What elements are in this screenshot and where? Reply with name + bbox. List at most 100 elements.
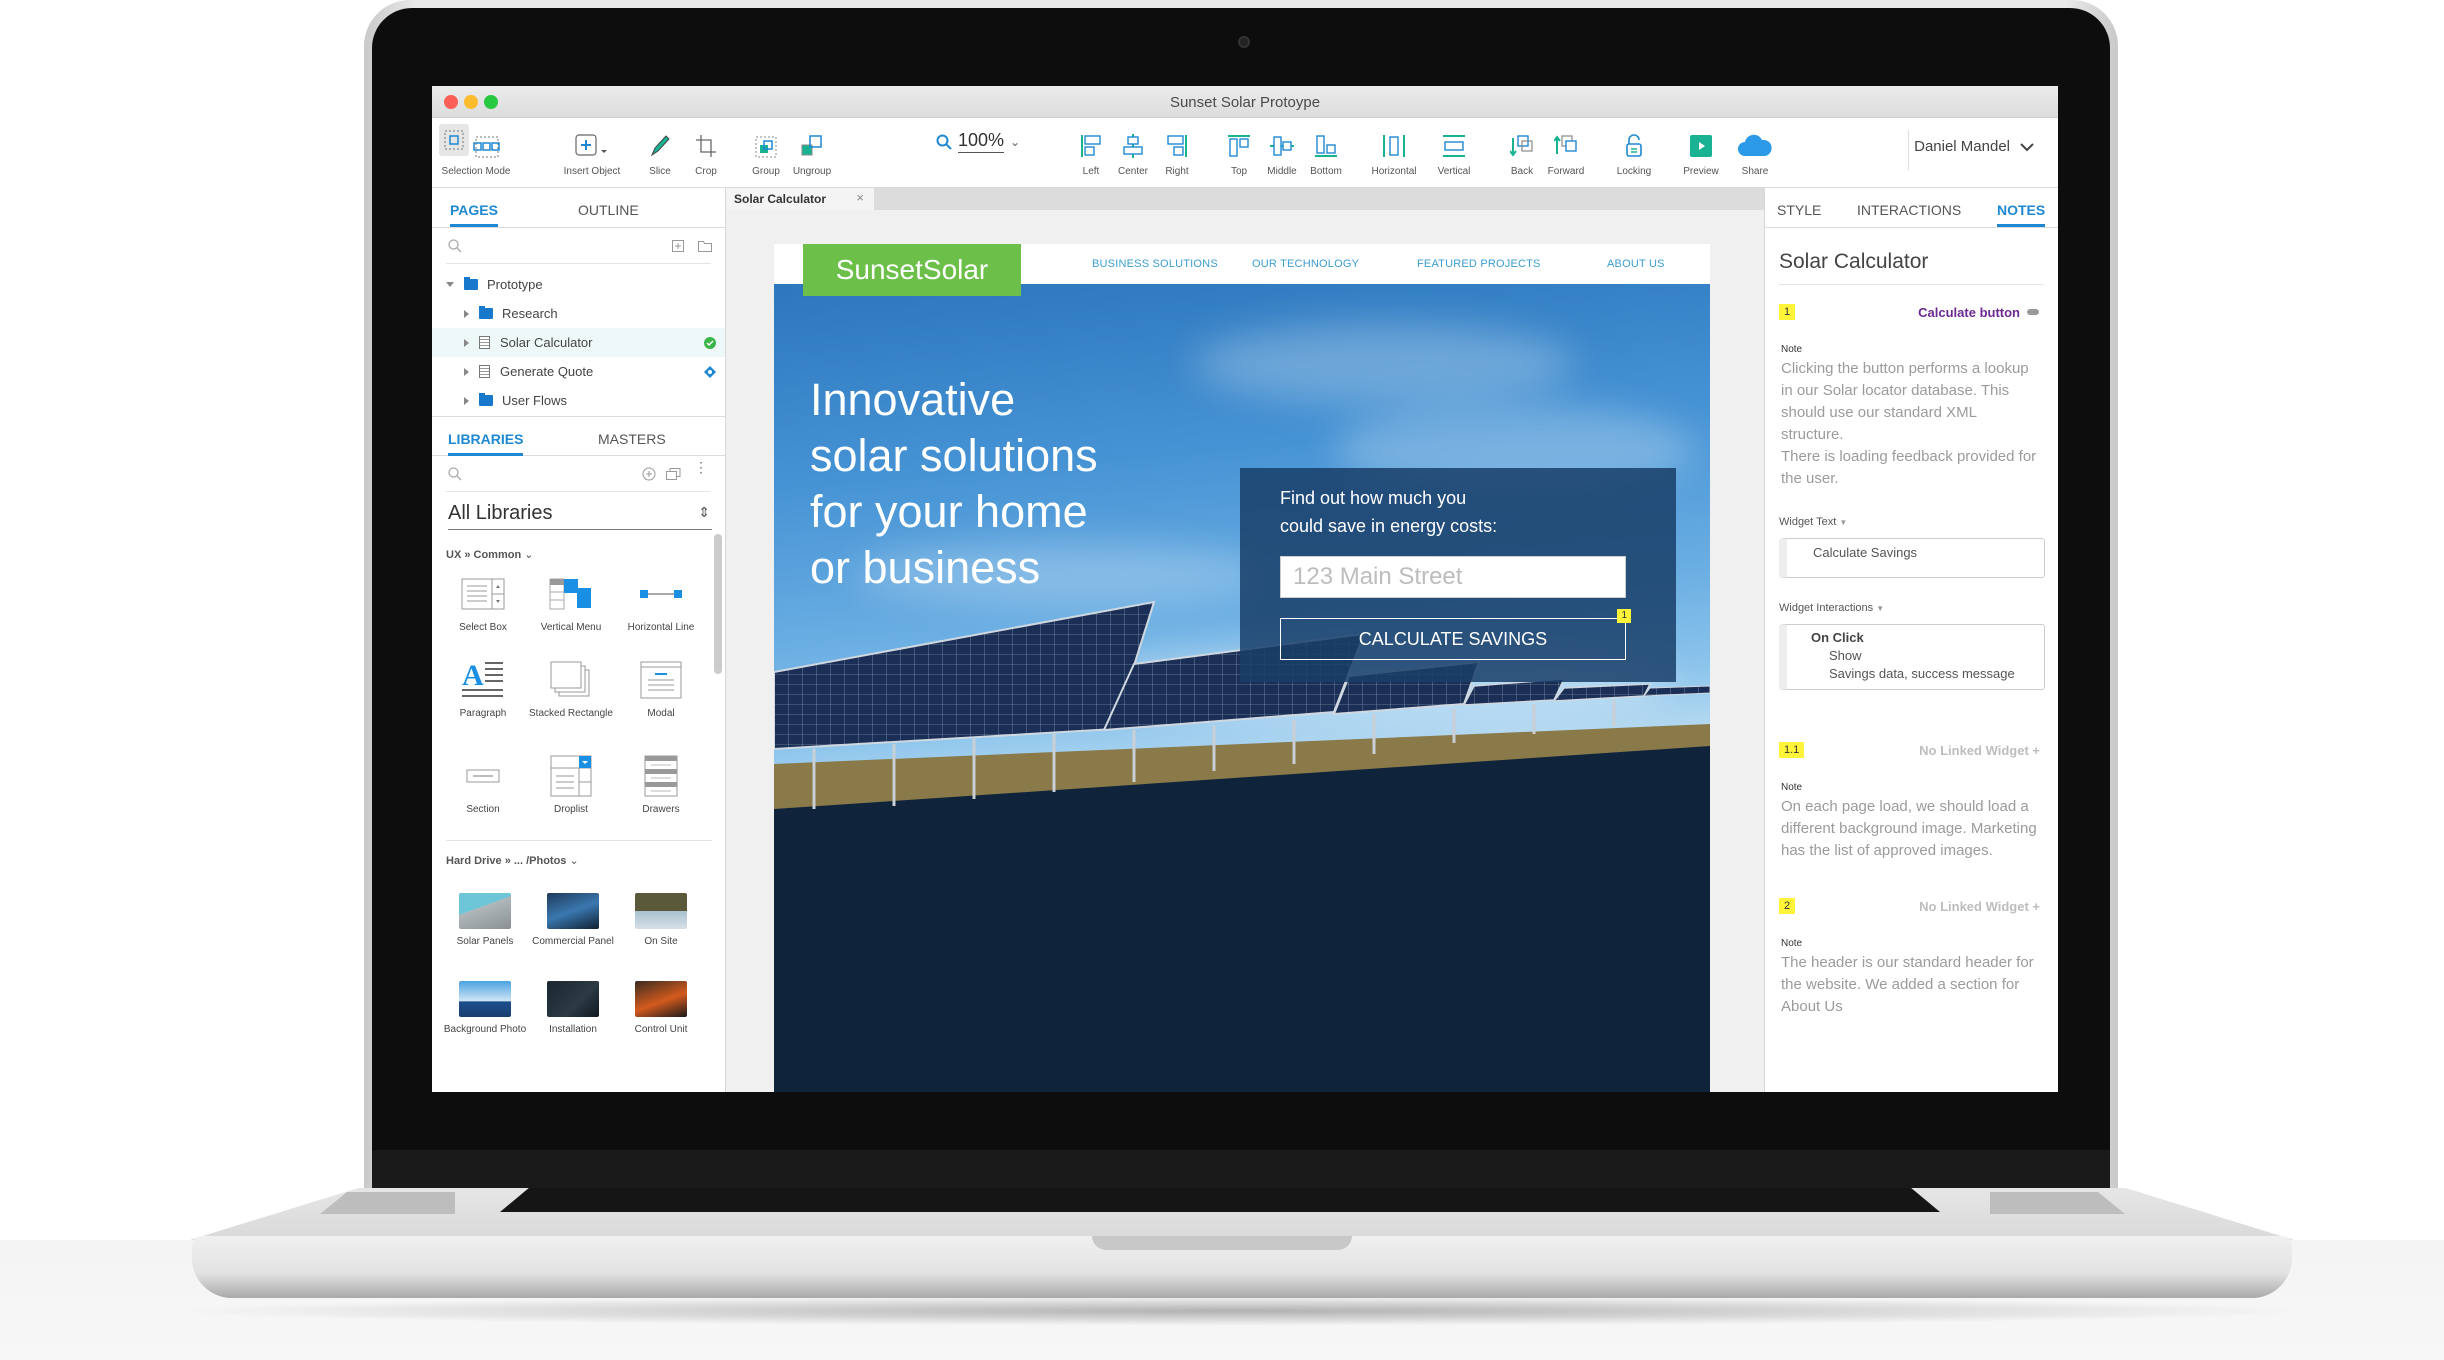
align-top-button[interactable]: Top [1220, 118, 1258, 188]
nav-featured-projects[interactable]: FEATURED PROJECTS [1417, 258, 1541, 270]
group-title-ux-common[interactable]: UX » Common ⌄ [446, 548, 533, 561]
tree-item-user-flows[interactable]: User Flows [432, 386, 725, 415]
pages-search[interactable] [446, 228, 712, 264]
close-tab-icon[interactable]: × [856, 190, 864, 205]
widget-interactions-box[interactable]: On Click Show Savings data, success mess… [1779, 624, 2045, 690]
left-panel: PAGES OUTLINE Prototype Research Solar C… [432, 188, 726, 1092]
library-select[interactable]: All Libraries ⇕ [448, 500, 712, 530]
align-left-button[interactable]: Left [1072, 118, 1110, 188]
widget-stacked-rectangle[interactable]: Stacked Rectangle [528, 658, 614, 720]
widget-text-label[interactable]: Widget Text ▼ [1779, 516, 1847, 528]
share-button[interactable]: Share [1736, 118, 1774, 188]
group-title-photos[interactable]: Hard Drive » ... /Photos ⌄ [446, 854, 579, 867]
widget-droplist[interactable]: Droplist [528, 754, 614, 816]
tab-style[interactable]: STYLE [1777, 202, 1821, 218]
widget-text-field[interactable]: Calculate Savings [1779, 538, 2045, 578]
widget-section[interactable]: Section [440, 754, 526, 816]
app-window: Sunset Solar Protoype Selection Mode Ins… [432, 86, 2058, 1092]
align-top-icon [1228, 118, 1250, 158]
zoom-select[interactable]: 100% ⌄ [936, 130, 1020, 153]
library-search[interactable]: ⋮ [446, 456, 710, 492]
preview-button[interactable]: Preview [1678, 118, 1724, 188]
library-scrollbar[interactable] [714, 534, 722, 674]
more-options-icon[interactable]: ⋮ [694, 460, 708, 474]
widget-drawers[interactable]: Drawers [618, 754, 704, 816]
nav-business-solutions[interactable]: BUSINESS SOLUTIONS [1092, 258, 1218, 270]
user-name: Daniel Mandel [1914, 138, 2010, 155]
modal-icon [618, 658, 704, 702]
distribute-vertical-icon [1442, 118, 1466, 158]
expand-caret-icon[interactable] [464, 309, 469, 318]
note-text[interactable]: The header is our standard header for th… [1781, 952, 2043, 1018]
site-logo[interactable]: SunsetSolar [803, 244, 1021, 296]
expand-caret-icon[interactable] [446, 282, 454, 287]
expand-caret-icon[interactable] [464, 396, 469, 405]
expand-caret-icon[interactable] [464, 338, 469, 347]
crop-button[interactable]: Crop [686, 118, 726, 188]
page-icon [479, 365, 490, 378]
link-chain-icon[interactable] [2026, 308, 2040, 316]
note-header-1-1: 1.1 No Linked Widget + [1779, 742, 2040, 758]
nav-about-us[interactable]: ABOUT US [1607, 258, 1665, 270]
address-input[interactable]: 123 Main Street [1280, 556, 1626, 598]
align-center-button[interactable]: Center [1114, 118, 1152, 188]
tree-item-prototype[interactable]: Prototype [432, 270, 725, 299]
nav-our-technology[interactable]: OUR TECHNOLOGY [1252, 258, 1359, 270]
photo-on-site[interactable]: On Site [618, 892, 704, 948]
ungroup-button[interactable]: Ungroup [788, 118, 836, 188]
widget-select-box[interactable]: Select Box [440, 572, 526, 634]
locking-button[interactable]: Locking [1612, 118, 1656, 188]
lock-icon [1625, 118, 1643, 158]
add-page-icon[interactable] [672, 240, 684, 252]
note-text[interactable]: On each page load, we should load a diff… [1781, 796, 2043, 862]
add-library-icon[interactable] [642, 467, 656, 481]
link-widget-button[interactable]: No Linked Widget + [1919, 899, 2040, 914]
note-marker-badge[interactable]: 1 [1617, 609, 1631, 623]
photo-control-unit[interactable]: Control Unit [618, 980, 704, 1036]
distribute-horizontal-icon [1382, 118, 1406, 158]
tree-item-research[interactable]: Research [432, 299, 725, 328]
calculate-savings-button[interactable]: CALCULATE SAVINGS 1 [1280, 609, 1631, 660]
distribute-horizontal-button[interactable]: Horizontal [1366, 118, 1422, 188]
add-folder-icon[interactable] [698, 240, 712, 252]
widget-modal[interactable]: Modal [618, 658, 704, 720]
photo-background-photo[interactable]: Background Photo [442, 980, 528, 1036]
send-back-button[interactable]: Back [1504, 118, 1540, 188]
tab-pages[interactable]: PAGES [450, 202, 498, 227]
align-middle-button[interactable]: Middle [1262, 118, 1302, 188]
crop-icon [695, 118, 717, 158]
photo-commercial-panel[interactable]: Commercial Panel [530, 892, 616, 948]
widget-interactions-label[interactable]: Widget Interactions ▼ [1779, 602, 1884, 614]
tab-solar-calculator[interactable]: Solar Calculator × [726, 188, 874, 210]
photo-installation[interactable]: Installation [530, 980, 616, 1036]
tab-outline[interactable]: OUTLINE [578, 202, 639, 218]
design-canvas[interactable]: Solar Calculator × Innovative solar solu… [726, 188, 1764, 1092]
distribute-vertical-button[interactable]: Vertical [1432, 118, 1476, 188]
inspector-tabs: STYLE INTERACTIONS NOTES [1765, 188, 2058, 228]
align-bottom-button[interactable]: Bottom [1304, 118, 1348, 188]
widget-vertical-menu[interactable]: Vertical Menu [528, 572, 614, 634]
photo-solar-panels[interactable]: Solar Panels [442, 892, 528, 948]
page-icon [479, 336, 490, 349]
library-windows-icon[interactable] [666, 467, 682, 481]
tab-masters[interactable]: MASTERS [598, 431, 666, 447]
tab-libraries[interactable]: LIBRARIES [448, 431, 524, 456]
note-label: Note [1781, 938, 1803, 949]
align-right-button[interactable]: Right [1158, 118, 1196, 188]
tab-notes[interactable]: NOTES [1997, 202, 2046, 227]
group-button[interactable]: Group [744, 118, 788, 188]
tree-item-generate-quote[interactable]: Generate Quote [432, 357, 725, 386]
note-text[interactable]: Clicking the button performs a lookup in… [1781, 358, 2043, 446]
widget-paragraph[interactable]: A Paragraph [440, 658, 526, 720]
expand-caret-icon[interactable] [464, 367, 469, 376]
linked-widget-link[interactable]: Calculate button [1918, 305, 2020, 320]
note-text-secondary[interactable]: There is loading feedback provided for t… [1781, 446, 2043, 490]
widget-horizontal-line[interactable]: Horizontal Line [618, 572, 704, 634]
tab-interactions[interactable]: INTERACTIONS [1857, 202, 1961, 218]
insert-object-button[interactable]: Insert Object [556, 118, 628, 188]
link-widget-button[interactable]: No Linked Widget + [1919, 743, 2040, 758]
user-menu[interactable]: Daniel Mandel [1914, 138, 2034, 155]
tree-item-solar-calculator[interactable]: Solar Calculator [432, 328, 725, 357]
bring-forward-button[interactable]: Forward [1544, 118, 1588, 188]
slice-button[interactable]: Slice [640, 118, 680, 188]
